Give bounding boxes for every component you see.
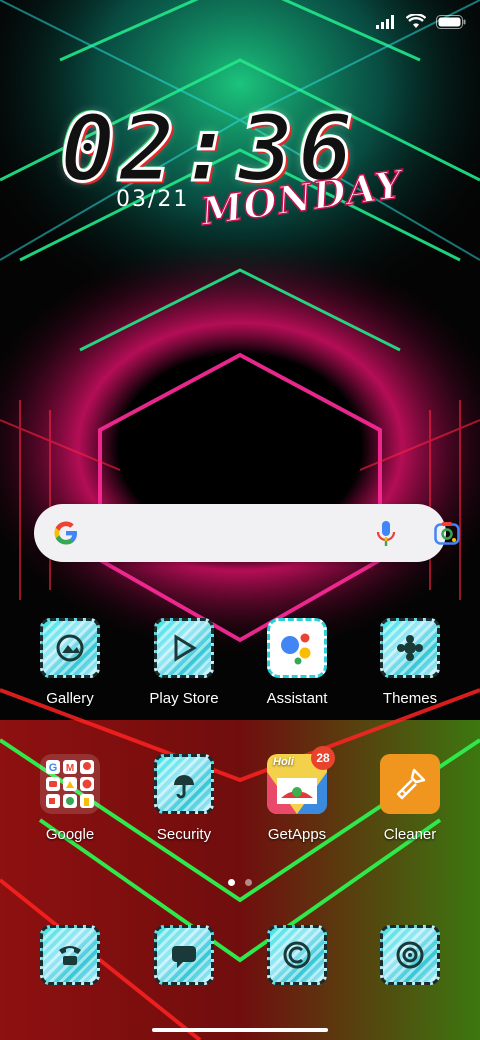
app-label: Security (156, 826, 212, 843)
app-label: Gallery (46, 690, 94, 707)
dock-messages[interactable] (129, 925, 239, 1035)
status-bar (376, 14, 466, 29)
app-google-folder[interactable]: G M Google (15, 754, 125, 864)
google-search-bar[interactable] (34, 504, 460, 562)
app-themes[interactable]: Themes (355, 618, 465, 728)
dock-phone[interactable] (15, 925, 125, 1035)
notification-badge: 28 (311, 746, 335, 770)
app-label: Play Store (149, 690, 219, 707)
dock-camera[interactable] (355, 925, 465, 1035)
camera-icon (380, 925, 440, 985)
app-label: Assistant (266, 690, 328, 707)
google-folder-icon: G M (40, 754, 100, 814)
gallery-icon (40, 618, 100, 678)
messages-icon (154, 925, 214, 985)
google-lens-icon[interactable] (434, 521, 460, 545)
svg-text:M: M (66, 763, 74, 774)
signal-icon (376, 14, 394, 29)
battery-icon (436, 14, 466, 29)
phone-icon (40, 925, 100, 985)
app-label: GetApps (267, 826, 327, 843)
themes-icon (380, 618, 440, 678)
assistant-icon (267, 618, 327, 678)
google-g-icon[interactable] (52, 519, 80, 547)
security-icon (154, 754, 214, 814)
app-label: Themes (382, 690, 438, 707)
microphone-icon[interactable] (376, 520, 396, 548)
dock-browser[interactable] (242, 925, 352, 1035)
app-play-store[interactable]: Play Store (129, 618, 239, 728)
clock-widget[interactable]: 02:36 03/21 MONDAY (59, 94, 440, 245)
clock-date: 03/21 (116, 187, 190, 212)
getapps-icon: Holi 28 (267, 746, 335, 814)
cleaner-icon (380, 754, 440, 814)
browser-icon (267, 925, 327, 985)
app-security[interactable]: Security (129, 754, 239, 864)
app-assistant[interactable]: Assistant (242, 618, 352, 728)
play-store-icon (154, 618, 214, 678)
wifi-icon (406, 14, 426, 28)
getapps-holi-text: Holi (273, 756, 294, 768)
svg-text:G: G (49, 762, 58, 774)
gesture-navigation-bar[interactable] (152, 1028, 328, 1032)
page-indicator[interactable] (228, 879, 252, 886)
app-gallery[interactable]: Gallery (15, 618, 125, 728)
app-label: Google (45, 826, 95, 843)
app-cleaner[interactable]: Cleaner (355, 754, 465, 864)
page-dot-active[interactable] (228, 879, 235, 886)
app-label: Cleaner (383, 826, 437, 843)
app-getapps[interactable]: Holi 28 GetApps (242, 746, 352, 864)
page-dot[interactable] (245, 879, 252, 886)
